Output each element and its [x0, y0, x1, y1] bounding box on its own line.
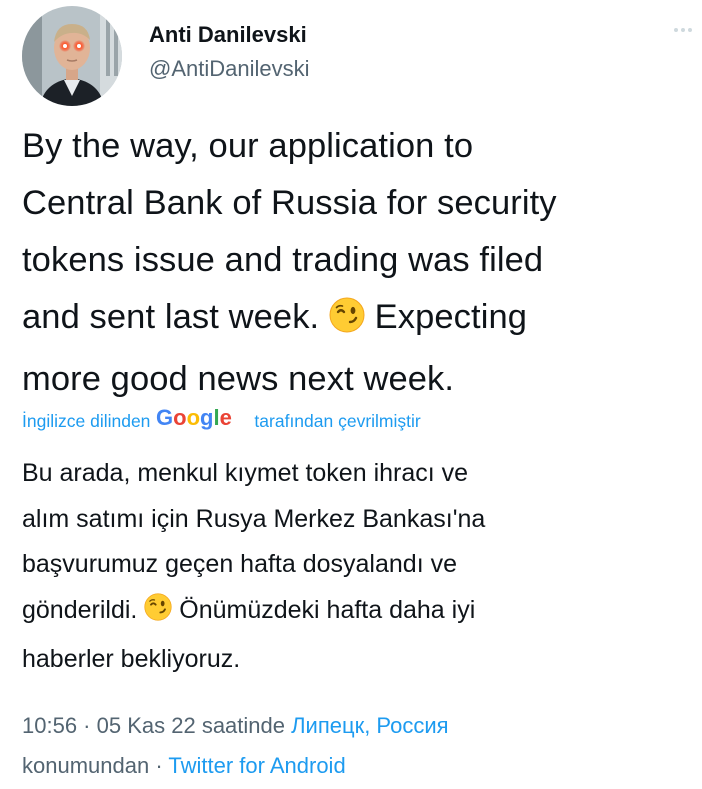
- translation-attribution[interactable]: İngilizce dilinden Google tarafından çev…: [22, 405, 421, 437]
- author-names: Anti Danilevski @AntiDanilevski: [149, 21, 310, 83]
- author-handle[interactable]: @AntiDanilevski: [149, 55, 310, 83]
- google-logo: Google: [156, 405, 244, 437]
- author-display-name[interactable]: Anti Danilevski: [149, 21, 310, 49]
- source-link[interactable]: Twitter for Android: [168, 753, 345, 778]
- svg-text:Google: Google: [156, 406, 232, 430]
- tweet: Anti Danilevski @AntiDanilevski By the w…: [0, 0, 702, 789]
- tweet-time[interactable]: 10:56: [22, 713, 77, 738]
- winking-face-icon: [329, 294, 365, 351]
- tweet-text: By the way, our application to Central B…: [22, 118, 702, 408]
- tweet-meta: 10:56 · 05 Kas 22 saatinde Липецк, Росси…: [22, 706, 692, 786]
- tweet-header: Anti Danilevski @AntiDanilevski: [22, 6, 310, 106]
- translation-prefix: İngilizce dilinden: [22, 411, 151, 431]
- translated-text: Bu arada, menkul kıymet token ihracı ve …: [22, 451, 702, 682]
- more-dots-icon[interactable]: [674, 28, 692, 32]
- avatar[interactable]: [22, 6, 122, 106]
- date-suffix: saatinde: [195, 713, 292, 738]
- winking-face-icon: [144, 591, 172, 637]
- meta-separator: ·: [77, 713, 97, 738]
- translation-suffix: tarafından çevrilmiştir: [254, 411, 421, 431]
- tweet-date[interactable]: 05 Kas 22: [97, 713, 196, 738]
- meta-separator: ·: [149, 753, 169, 778]
- location-link[interactable]: Липецк, Россия: [291, 713, 448, 738]
- location-suffix: konumundan: [22, 753, 150, 778]
